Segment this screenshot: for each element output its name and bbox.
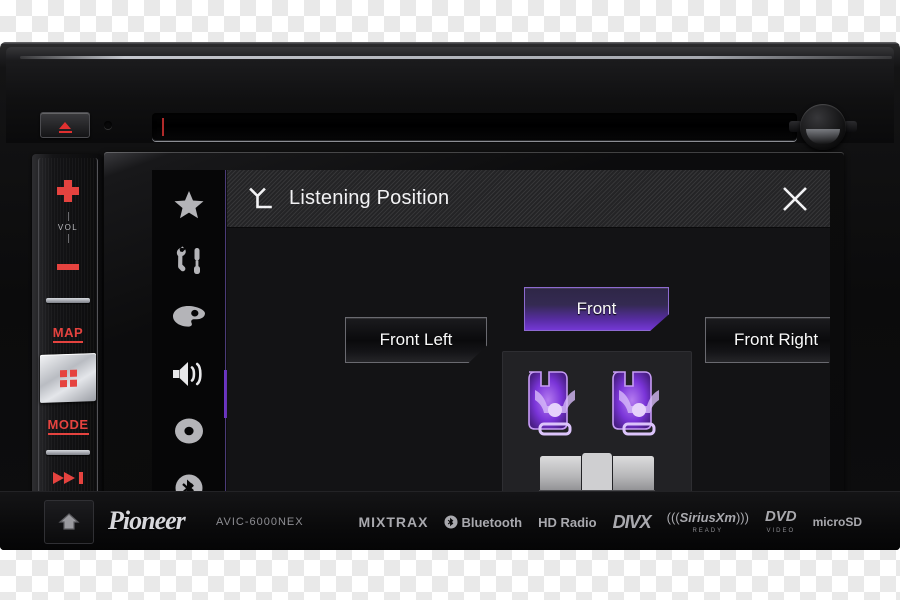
volume-up-button[interactable]: [39, 180, 97, 202]
back-arrow-icon[interactable]: [247, 184, 277, 214]
track-next-button[interactable]: [39, 472, 97, 484]
apps-key-face: [40, 353, 96, 403]
siriusxm-logo: ((( SiriusXm ))) READY: [667, 510, 749, 534]
pioneer-logo: Pioneer: [108, 506, 186, 535]
siriusxm-left-waves: (((: [666, 510, 680, 525]
dvd-logo-text: DVD: [764, 508, 797, 526]
position-front-button[interactable]: Front: [524, 287, 669, 331]
dvd-logo: DVD VIDEO: [764, 508, 797, 534]
bluetooth-badge-icon: [444, 515, 458, 529]
hdradio-logo: HD Radio: [538, 515, 597, 530]
volume-label: VOL: [57, 223, 79, 232]
head-unit-chassis: VOL MAP MODE Listening Position Front Fr…: [0, 42, 900, 550]
home-button[interactable]: [44, 500, 94, 544]
mode-label: MODE: [47, 417, 89, 435]
dvd-video-text: VIDEO: [766, 527, 796, 534]
home-icon: [58, 513, 80, 530]
plus-icon: [57, 180, 79, 202]
track-next-icon: [53, 472, 83, 484]
position-front-right-button[interactable]: Front Right: [705, 317, 830, 363]
disc-icon: [174, 418, 203, 444]
position-front-label: Front: [576, 299, 617, 318]
bluetooth-logo-text: Bluetooth: [461, 514, 523, 530]
position-front-left-label: Front Left: [379, 330, 453, 349]
screen-header: Listening Position: [227, 170, 830, 228]
certification-logos: MIXTRAX Bluetooth HD Radio DIVX ((( Siri…: [358, 508, 862, 534]
dash-mark-bottom: [67, 234, 69, 243]
siriusxm-right-waves: ))): [735, 510, 749, 525]
disc-slot[interactable]: [152, 113, 797, 141]
model-number: AVIC-6000NEX: [216, 516, 304, 528]
silver-divider: [46, 298, 90, 303]
apps-button[interactable]: [39, 353, 97, 403]
disc-slot-led: [162, 118, 164, 136]
top-highlight-strip: [20, 56, 892, 59]
mode-button[interactable]: MODE: [39, 416, 97, 435]
eject-icon: [59, 121, 71, 129]
volume-label-group: VOL: [39, 210, 97, 245]
screen-icon-rail: [152, 170, 226, 522]
volume-down-button[interactable]: [39, 264, 97, 270]
eject-icon-bar: [58, 130, 72, 133]
silver-divider-2: [46, 450, 90, 455]
map-label: MAP: [52, 325, 84, 343]
divx-logo: DIVX: [612, 511, 652, 532]
siriusxm-ready-text: READY: [692, 528, 724, 534]
front-left-seat-icon[interactable]: [521, 366, 589, 442]
hdradio-logo-text: HD Radio: [538, 514, 597, 530]
page-title: Listening Position: [289, 187, 450, 209]
separator-bar-top: [39, 298, 97, 303]
map-button[interactable]: MAP: [39, 324, 97, 343]
rail-item-favorites[interactable]: [166, 181, 212, 227]
position-front-left-button[interactable]: Front Left: [345, 317, 487, 363]
speaker-icon: [172, 362, 202, 387]
front-right-seat-icon[interactable]: [605, 366, 673, 442]
position-front-right-label: Front Right: [733, 330, 819, 349]
screen-body: Front Front Left Front Right All Off: [227, 228, 830, 522]
rail-item-audio[interactable]: [166, 351, 212, 397]
rail-item-theme[interactable]: [166, 295, 212, 341]
bluetooth-logo: Bluetooth: [444, 515, 522, 530]
front-seat-row: [521, 366, 673, 442]
mixtrax-logo: MIXTRAX: [358, 514, 429, 530]
star-icon: [174, 190, 203, 219]
apps-grid-icon: [59, 369, 77, 387]
bottom-brand-strip: Pioneer AVIC-6000NEX MIXTRAX Bluetooth H…: [0, 491, 900, 550]
rail-item-settings[interactable]: [166, 238, 212, 284]
reset-pinhole[interactable]: [104, 121, 112, 129]
palette-icon: [172, 305, 205, 327]
hardkey-column: VOL MAP MODE: [38, 158, 98, 530]
rotary-knob[interactable]: [800, 104, 846, 150]
close-icon[interactable]: [782, 186, 808, 212]
tools-icon: [176, 246, 200, 274]
microsd-logo: microSD: [812, 514, 862, 529]
eject-button[interactable]: [40, 112, 90, 138]
dash-mark-top: [67, 212, 69, 221]
siriusxm-logo-text: SiriusXm: [679, 510, 736, 525]
separator-bar-bottom: [39, 450, 97, 455]
touchscreen-display[interactable]: Listening Position Front Front Left Fron…: [152, 170, 830, 522]
minus-icon: [57, 264, 79, 270]
rail-item-system[interactable]: [166, 408, 212, 454]
